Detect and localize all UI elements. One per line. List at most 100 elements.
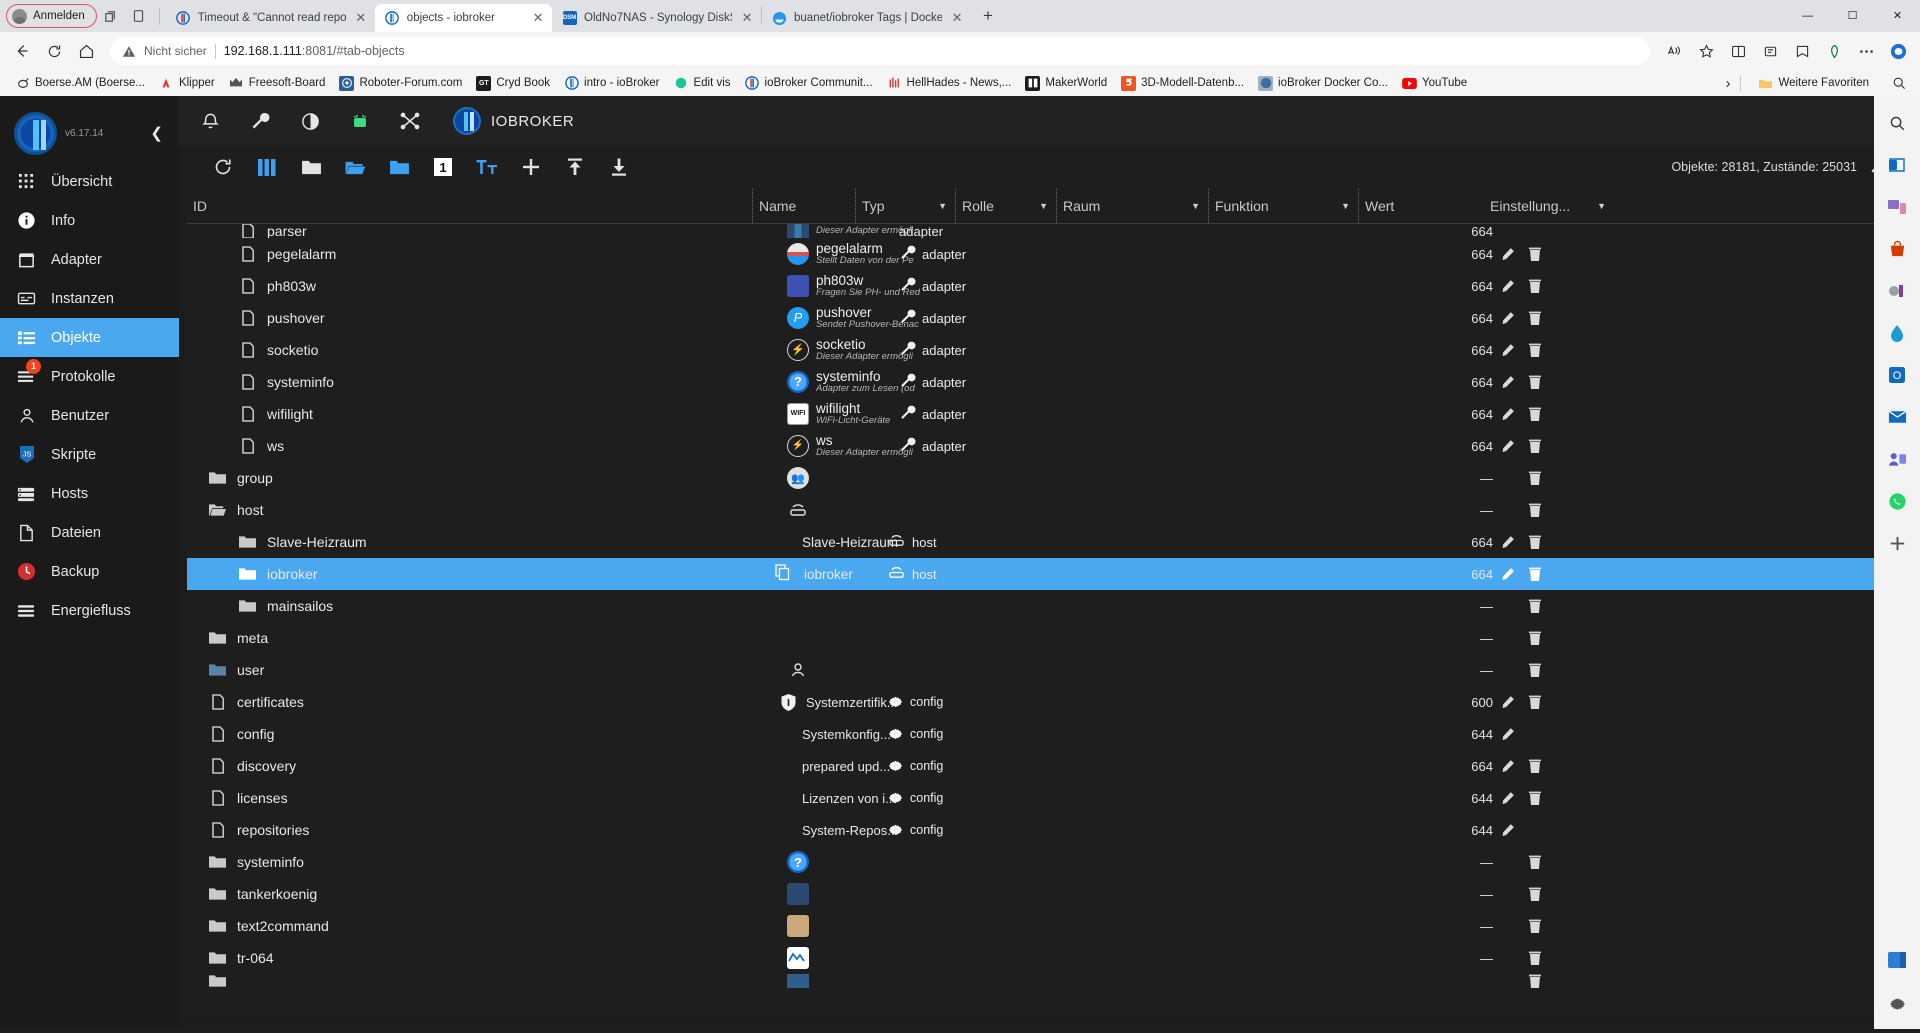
- edit-icon[interactable]: [1493, 753, 1521, 779]
- sidebar-item-adapter[interactable]: Adapter: [0, 240, 179, 279]
- delete-icon[interactable]: [1521, 561, 1549, 587]
- upload-icon[interactable]: [553, 150, 597, 184]
- bell-icon[interactable]: [197, 108, 223, 134]
- wrench-icon[interactable]: [247, 108, 273, 134]
- chevron-down-icon[interactable]: ▼: [1597, 201, 1606, 211]
- sidebar-item-backup[interactable]: Backup: [0, 552, 179, 591]
- chevron-down-icon[interactable]: ▼: [1191, 201, 1200, 211]
- table-row[interactable]: Slave-Heizraum Slave-Heizraum host 664: [187, 526, 1906, 558]
- download-icon[interactable]: [597, 150, 641, 184]
- table-row[interactable]: text2command —: [187, 910, 1906, 942]
- table-row[interactable]: host —: [187, 494, 1906, 526]
- delete-icon[interactable]: [1521, 433, 1549, 459]
- tab-close-icon[interactable]: ✕: [530, 10, 546, 26]
- chevron-left-icon[interactable]: ❮: [150, 124, 163, 142]
- sidebar-item-energiefluss[interactable]: Energiefluss: [0, 591, 179, 630]
- browser-tab[interactable]: Timeout & "Cannot read reposit ✕: [166, 4, 375, 32]
- bookmark-item[interactable]: MakerWorld: [1018, 74, 1114, 93]
- table-row[interactable]: wifilight WIFI wifilight WiFi-Licht-Gerä…: [187, 398, 1906, 430]
- reload-button[interactable]: [38, 35, 70, 67]
- browser-tab[interactable]: DSM OldNo7NAS - Synology DiskStati ✕: [552, 4, 761, 32]
- copilot-icon[interactable]: [1882, 35, 1914, 67]
- sidebar-item-skripte[interactable]: JS Skripte: [0, 435, 179, 474]
- bookmark-item[interactable]: intro - ioBroker: [557, 74, 666, 93]
- bookmark-item[interactable]: ioBroker Communit...: [738, 74, 880, 93]
- connection-icon[interactable]: [397, 108, 423, 134]
- phone-link-icon[interactable]: [1884, 194, 1910, 220]
- delete-icon[interactable]: [1521, 945, 1549, 971]
- android-icon[interactable]: [347, 108, 373, 134]
- column-header-raum[interactable]: Raum ▼: [1057, 188, 1209, 223]
- edit-icon[interactable]: [1493, 561, 1521, 587]
- delete-icon[interactable]: [1521, 465, 1549, 491]
- edit-icon[interactable]: [1493, 785, 1521, 811]
- refresh-icon[interactable]: [201, 150, 245, 184]
- delete-icon[interactable]: [1521, 689, 1549, 715]
- edit-icon[interactable]: [1493, 337, 1521, 363]
- settings-gear-icon[interactable]: [1884, 989, 1910, 1015]
- settings-more-icon[interactable]: [1850, 35, 1882, 67]
- bookmark-item[interactable]: Freesoft-Board: [222, 74, 333, 93]
- table-row[interactable]: config Systemkonfig... config 644: [187, 718, 1906, 750]
- delete-icon[interactable]: [1521, 785, 1549, 811]
- sidebar-item-hosts[interactable]: Hosts: [0, 474, 179, 513]
- other-favorites-item[interactable]: Weitere Favoriten: [1751, 74, 1876, 93]
- delete-icon[interactable]: [1521, 913, 1549, 939]
- delete-icon[interactable]: [1521, 401, 1549, 427]
- text-size-icon[interactable]: [465, 150, 509, 184]
- new-tab-button[interactable]: +: [975, 3, 1001, 29]
- edit-icon[interactable]: [1493, 369, 1521, 395]
- table-row[interactable]: parser Dieser Adapter ermögli adapter 66…: [187, 224, 1906, 238]
- table-row[interactable]: mainsailos —: [187, 590, 1906, 622]
- table-row[interactable]: systeminfo ? systeminfo Adapter zum Lese…: [187, 366, 1906, 398]
- columns-icon[interactable]: [245, 150, 289, 184]
- objects-table[interactable]: parser Dieser Adapter ermögli adapter 66…: [187, 224, 1906, 1015]
- table-row[interactable]: licenses Lizenzen von i... config 644: [187, 782, 1906, 814]
- tab-vertical-icon[interactable]: [125, 2, 153, 30]
- column-header-id[interactable]: ID: [187, 188, 753, 223]
- table-row[interactable]: pushover P pushover Sendet Pushover-Bena…: [187, 302, 1906, 334]
- table-row[interactable]: pegelalarm pegelalarm Stellt Daten von d…: [187, 238, 1906, 270]
- chevron-down-icon[interactable]: ▼: [1341, 201, 1350, 211]
- sidebar-item-objekte[interactable]: Objekte: [0, 318, 179, 357]
- sidebar-item-instanzen[interactable]: Instanzen: [0, 279, 179, 318]
- search-icon[interactable]: [1886, 70, 1912, 96]
- bookmarks-overflow-chevron[interactable]: ›: [1725, 75, 1730, 92]
- tab-close-icon[interactable]: ✕: [353, 10, 369, 26]
- delete-icon[interactable]: [1521, 241, 1549, 267]
- delete-icon[interactable]: [1521, 753, 1549, 779]
- bookmark-item[interactable]: Edit vis: [666, 74, 737, 93]
- edit-icon[interactable]: [1493, 401, 1521, 427]
- folder-open-icon[interactable]: [333, 150, 377, 184]
- edit-icon[interactable]: [1493, 241, 1521, 267]
- theme-contrast-icon[interactable]: [297, 108, 323, 134]
- column-header-typ[interactable]: Typ ▼: [856, 188, 956, 223]
- column-header-einstellungen[interactable]: Einstellung... ▼: [1484, 188, 1644, 223]
- profile-sign-in-button[interactable]: Anmelden: [6, 4, 97, 28]
- sidebar-toggle-icon[interactable]: [1884, 947, 1910, 973]
- tab-copilot-icon[interactable]: [97, 2, 125, 30]
- bookmark-item[interactable]: GT Cryd Book: [469, 74, 557, 93]
- office-icon[interactable]: O: [1884, 362, 1910, 388]
- table-row[interactable]: ph803w ph803w Fragen Sie PH- und Red ada…: [187, 270, 1906, 302]
- depth-one-icon[interactable]: 1: [421, 150, 465, 184]
- delete-icon[interactable]: [1521, 497, 1549, 523]
- split-screen-icon[interactable]: [1722, 35, 1754, 67]
- delete-icon[interactable]: [1521, 974, 1549, 988]
- table-row[interactable]: ws ⚡ ws Dieser Adapter ermögli adapter 6…: [187, 430, 1906, 462]
- table-row[interactable]: certificates Systemzertifik... config 60…: [187, 686, 1906, 718]
- tab-close-icon[interactable]: ✕: [949, 10, 965, 26]
- add-app-icon[interactable]: [1884, 530, 1910, 556]
- table-row[interactable]: systeminfo ? —: [187, 846, 1906, 878]
- home-button[interactable]: [70, 35, 102, 67]
- delete-icon[interactable]: [1521, 849, 1549, 875]
- delete-icon[interactable]: [1521, 337, 1549, 363]
- window-close-button[interactable]: ✕: [1875, 0, 1920, 31]
- delete-icon[interactable]: [1521, 593, 1549, 619]
- teams-icon[interactable]: [1884, 446, 1910, 472]
- edit-icon[interactable]: [1493, 433, 1521, 459]
- delete-icon[interactable]: [1521, 529, 1549, 555]
- read-aloud-icon[interactable]: [1658, 35, 1690, 67]
- chevron-down-icon[interactable]: ▼: [938, 201, 947, 211]
- delete-icon[interactable]: [1521, 657, 1549, 683]
